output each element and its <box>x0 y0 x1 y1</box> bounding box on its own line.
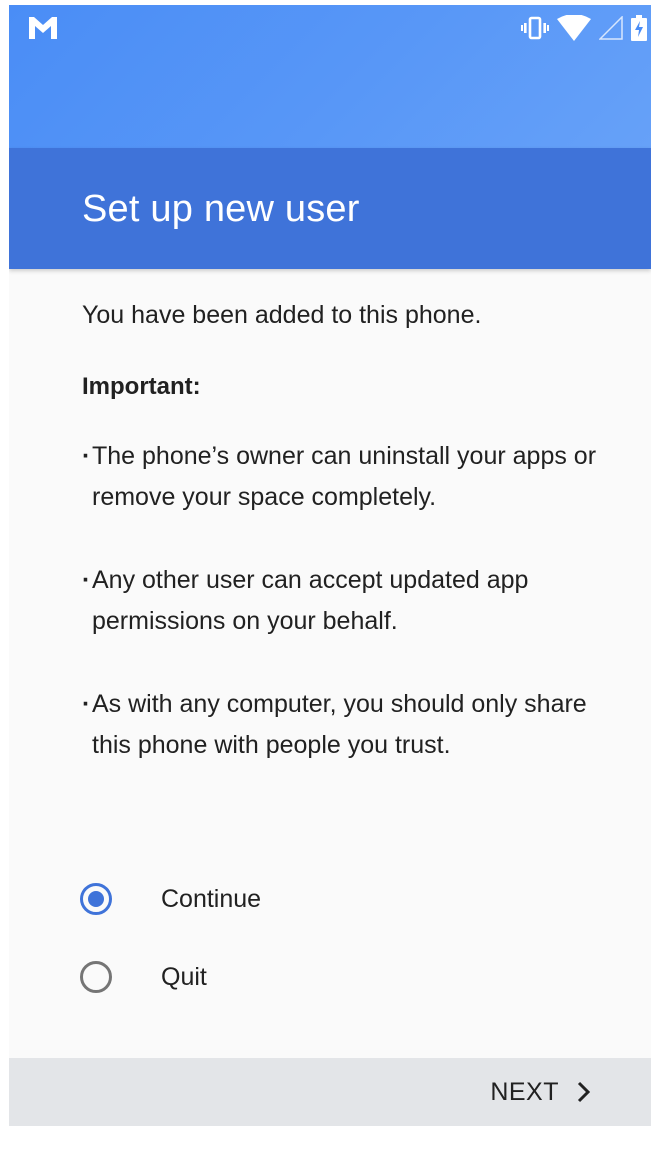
bullet-owner-rights: · The phone’s owner can uninstall your a… <box>82 436 622 518</box>
intro-text: You have been added to this phone. <box>82 301 482 329</box>
signal-icon <box>599 16 623 40</box>
radio-quit[interactable] <box>80 961 112 993</box>
bullet-text: Any other user can accept updated app pe… <box>92 566 529 635</box>
status-bar <box>9 5 651 148</box>
option-label: Continue <box>161 884 262 913</box>
choice-radio-group: Continue Quit <box>80 879 261 1035</box>
chevron-right-icon <box>577 1081 591 1103</box>
app-header: Set up new user <box>9 148 651 269</box>
device-frame: Set up new user You have been added to t… <box>0 0 651 1154</box>
bullet-text: The phone’s owner can uninstall your app… <box>92 442 597 511</box>
important-heading: Important: <box>82 373 201 400</box>
option-quit[interactable]: Quit <box>80 957 261 997</box>
bullet-permissions: · Any other user can accept updated app … <box>82 560 622 642</box>
battery-charging-icon <box>631 15 647 41</box>
notification-area <box>29 17 57 44</box>
gmail-icon <box>29 17 57 39</box>
vibrate-icon <box>521 16 549 40</box>
bullet-dot: · <box>82 442 91 470</box>
wifi-icon <box>557 15 591 41</box>
next-label: NEXT <box>490 1077 559 1106</box>
bullet-dot: · <box>82 566 91 594</box>
next-button[interactable]: NEXT <box>490 1070 591 1114</box>
bullet-text: As with any computer, you should only sh… <box>92 690 587 759</box>
status-icons <box>521 15 647 41</box>
radio-continue[interactable] <box>80 883 112 915</box>
phone-screen: Set up new user You have been added to t… <box>9 5 651 1126</box>
page-title: Set up new user <box>82 188 360 230</box>
option-continue[interactable]: Continue <box>80 879 261 919</box>
navigation-footer: NEXT <box>9 1058 651 1126</box>
info-content: You have been added to this phone. Impor… <box>82 295 622 808</box>
option-label: Quit <box>161 962 207 991</box>
bullet-dot: · <box>82 690 91 718</box>
bullet-trust: · As with any computer, you should only … <box>82 684 622 766</box>
